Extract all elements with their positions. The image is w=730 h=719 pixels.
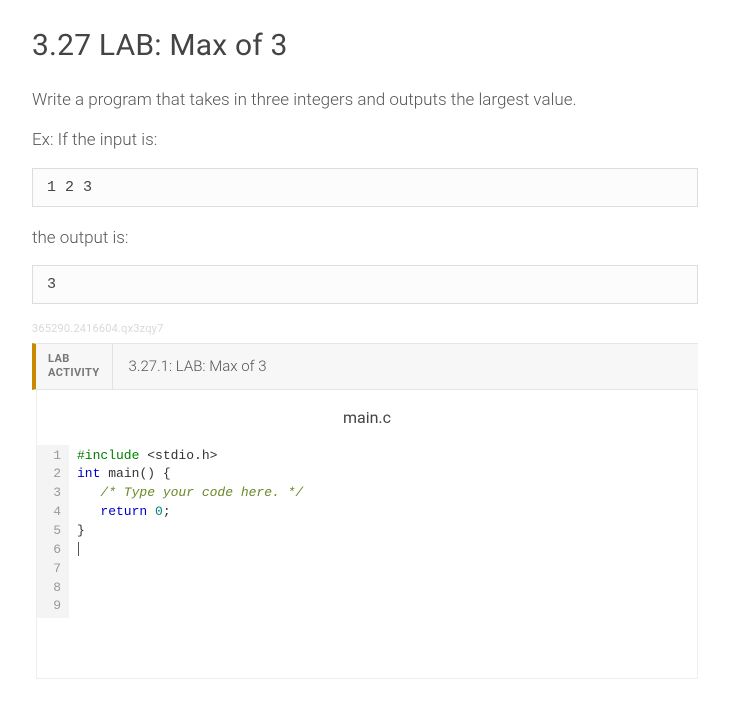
- activity-badge: LAB ACTIVITY: [36, 344, 113, 389]
- code-line[interactable]: }: [77, 522, 697, 541]
- line-number: 5: [47, 522, 61, 541]
- example-input-label: Ex: If the input is:: [32, 127, 698, 153]
- activity-title: 3.27.1: LAB: Max of 3: [113, 344, 283, 389]
- line-number: 7: [47, 560, 61, 579]
- activity-badge-line1: LAB: [48, 352, 100, 366]
- code-line[interactable]: #include <stdio.h>: [77, 447, 697, 466]
- example-output-label: the output is:: [32, 225, 698, 251]
- line-number-gutter: 1 2 3 4 5 6 7 8 9: [37, 445, 69, 619]
- example-output-box: 3: [32, 265, 698, 304]
- code-line[interactable]: return 0;: [77, 503, 697, 522]
- file-tab-main-c[interactable]: main.c: [343, 408, 391, 427]
- lab-activity-container: LAB ACTIVITY 3.27.1: LAB: Max of 3: [32, 343, 698, 390]
- line-number: 2: [47, 465, 61, 484]
- code-content[interactable]: #include <stdio.h>int main() { /* Type y…: [69, 445, 697, 619]
- activity-header: LAB ACTIVITY 3.27.1: LAB: Max of 3: [36, 344, 698, 389]
- line-number: 6: [47, 541, 61, 560]
- code-editor[interactable]: 1 2 3 4 5 6 7 8 9 #include <stdio.h>int …: [37, 445, 697, 679]
- code-editor-panel: main.c 1 2 3 4 5 6 7 8 9 #include <stdio…: [36, 390, 698, 680]
- code-line[interactable]: /* Type your code here. */: [77, 484, 697, 503]
- code-line[interactable]: int main() {: [77, 465, 697, 484]
- file-tab-row: main.c: [37, 390, 697, 445]
- code-line[interactable]: [77, 541, 697, 560]
- line-number: 8: [47, 579, 61, 598]
- line-number: 4: [47, 503, 61, 522]
- line-number: 1: [47, 447, 61, 466]
- problem-description: Write a program that takes in three inte…: [32, 87, 698, 113]
- text-cursor: [78, 542, 79, 556]
- watermark-id: 365290.2416604.qx3zqy7: [32, 322, 698, 335]
- line-number: 3: [47, 484, 61, 503]
- example-input-box: 1 2 3: [32, 168, 698, 207]
- activity-badge-line2: ACTIVITY: [48, 366, 100, 380]
- page-title: 3.27 LAB: Max of 3: [32, 28, 698, 63]
- line-number: 9: [47, 597, 61, 616]
